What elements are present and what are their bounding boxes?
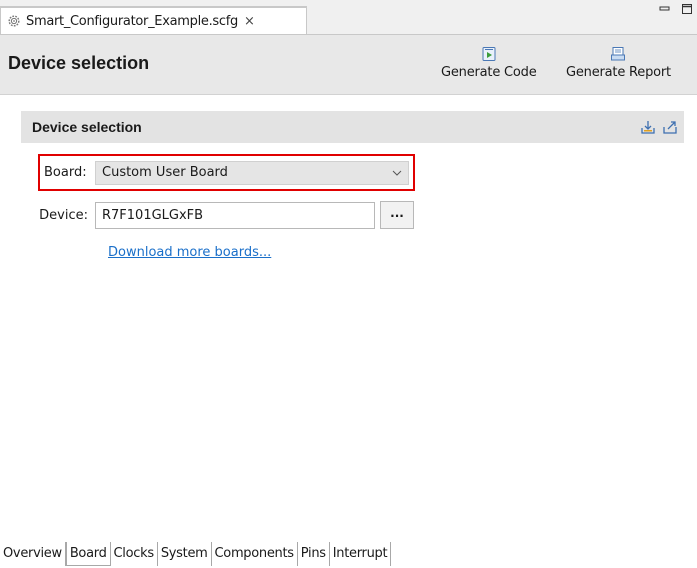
editor-tab-strip: Smart_Configurator_Example.scfg × — [0, 0, 697, 35]
generate-code-icon — [482, 47, 496, 61]
browse-device-button[interactable]: ... — [380, 201, 414, 229]
section-title: Device selection — [32, 119, 142, 135]
board-row: Board: Custom User Board — [38, 154, 415, 191]
editor-tab-title: Smart_Configurator_Example.scfg — [26, 13, 238, 29]
tab-overview[interactable]: Overview — [0, 542, 66, 566]
generate-report-label: Generate Report — [566, 65, 671, 80]
section-header: Device selection — [21, 111, 684, 143]
generate-report-icon — [611, 47, 626, 61]
tab-clocks[interactable]: Clocks — [111, 542, 158, 566]
tab-board[interactable]: Board — [65, 542, 111, 566]
minimize-icon[interactable] — [659, 3, 671, 20]
device-row: Device: R7F101GLGxFB ... — [38, 200, 414, 230]
export-icon[interactable] — [662, 119, 678, 135]
close-icon[interactable]: × — [244, 14, 255, 29]
board-select-value: Custom User Board — [102, 165, 228, 180]
window-controls — [659, 3, 693, 20]
generate-code-button[interactable]: Generate Code — [441, 46, 537, 80]
tab-components[interactable]: Components — [212, 542, 298, 566]
generate-code-label: Generate Code — [441, 65, 537, 80]
maximize-icon[interactable] — [681, 3, 693, 20]
board-label: Board: — [44, 165, 87, 180]
chevron-down-icon — [392, 165, 402, 184]
device-label: Device: — [39, 207, 88, 223]
page-title: Device selection — [8, 53, 150, 73]
editor-tab[interactable]: Smart_Configurator_Example.scfg × — [0, 6, 307, 34]
tab-interrupt[interactable]: Interrupt — [330, 542, 392, 566]
import-icon[interactable] — [640, 119, 656, 135]
gear-icon — [8, 15, 20, 27]
download-boards-link[interactable]: Download more boards... — [108, 245, 271, 260]
device-field[interactable]: R7F101GLGxFB — [95, 201, 375, 229]
bottom-tab-bar: Overview Board Clocks System Components Pins I… — [0, 542, 697, 568]
section-actions — [640, 119, 678, 135]
tab-pins[interactable]: Pins — [298, 542, 330, 566]
board-select[interactable]: Custom User Board — [95, 160, 409, 185]
tab-system[interactable]: System — [158, 542, 212, 566]
editor-header: Device selection Generate Code Generate … — [0, 35, 697, 95]
generate-report-button[interactable]: Generate Report — [566, 46, 671, 80]
